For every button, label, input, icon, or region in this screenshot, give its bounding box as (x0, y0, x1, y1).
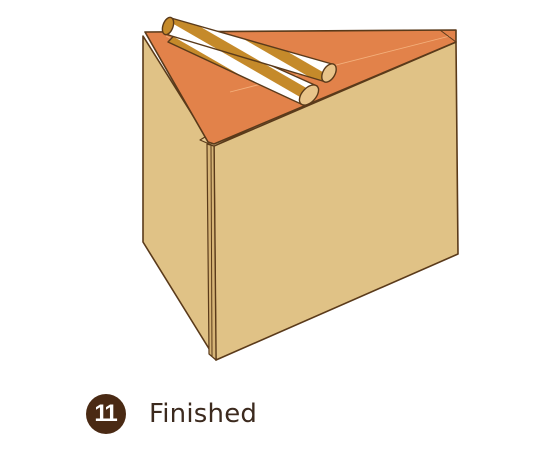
step-label: Finished (149, 399, 258, 429)
step-number-badge: 11 (86, 394, 126, 434)
finished-box-illustration (142, 16, 459, 361)
step-caption: 11 Finished (86, 392, 257, 436)
